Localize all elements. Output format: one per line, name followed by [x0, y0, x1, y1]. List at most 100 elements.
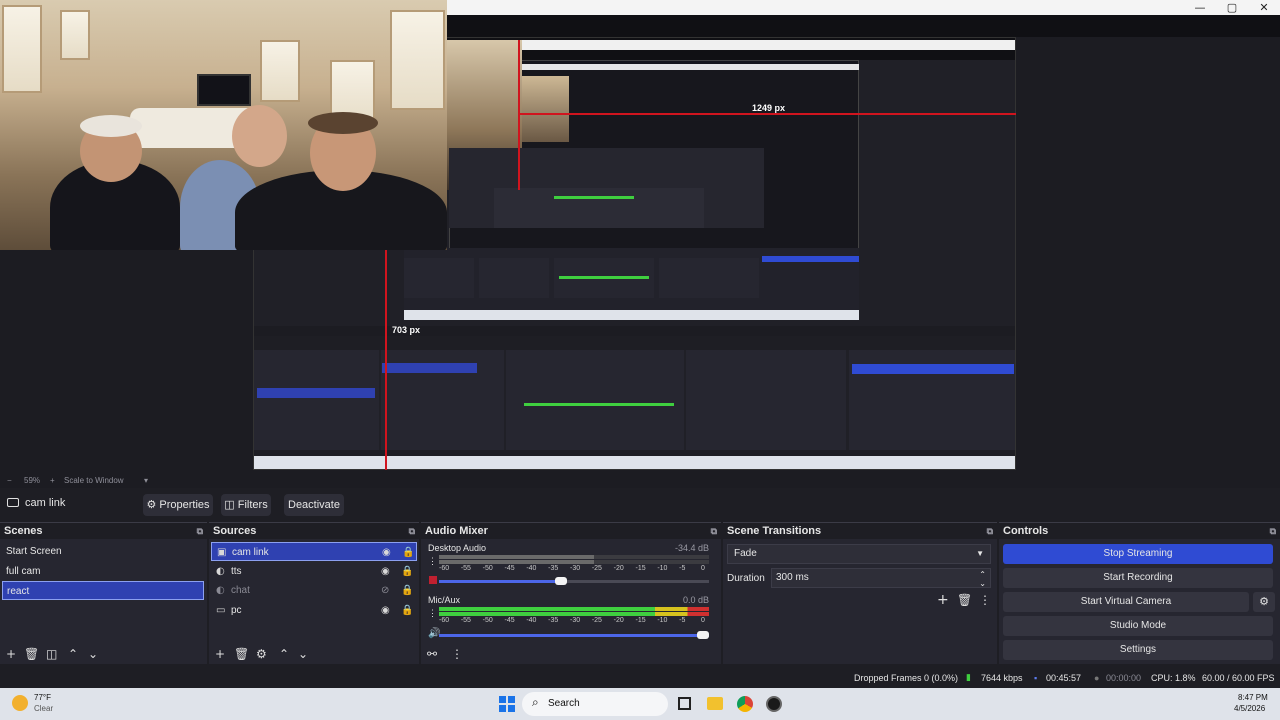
chevron-down-icon[interactable]: ⌄: [298, 647, 308, 661]
meter-tick-label: -10: [657, 565, 668, 572]
chevron-down-icon[interactable]: ⌄: [88, 647, 98, 661]
add-icon[interactable]: +: [6, 647, 16, 661]
lock-icon[interactable]: 🔒: [401, 581, 413, 600]
lock-icon[interactable]: 🔒: [402, 543, 414, 562]
chevron-up-icon[interactable]: ⌃: [68, 647, 78, 661]
deactivate-button[interactable]: Deactivate: [284, 494, 344, 516]
more-icon[interactable]: ⋮: [428, 556, 437, 567]
link-icon[interactable]: ⚯: [427, 647, 437, 661]
properties-button[interactable]: ⚙ Properties: [143, 494, 213, 516]
windows-taskbar: 77°F Clear ⌕ Search 8:47 PM 4/5/2026: [0, 688, 1280, 720]
webcam-feed: [0, 0, 447, 250]
volume-slider-mic-aux[interactable]: [439, 631, 709, 639]
task-view-icon[interactable]: [678, 697, 691, 710]
chevron-down-icon[interactable]: ⌄: [979, 575, 986, 593]
source-item-tts[interactable]: ◐ tts ◉ 🔒: [211, 562, 417, 581]
studio-mode-button[interactable]: Studio Mode: [1003, 616, 1273, 636]
scenes-title: Scenes ⧉: [0, 523, 207, 539]
meter-tick-label: -40: [526, 565, 537, 572]
add-icon[interactable]: +: [937, 593, 949, 607]
source-item-chat[interactable]: ◐ chat ⊘ 🔒: [211, 581, 417, 600]
meter-tick-label: -15: [635, 617, 646, 624]
weather-icon[interactable]: [12, 695, 28, 711]
obs-icon[interactable]: [766, 696, 782, 712]
zoom-out-button[interactable]: −: [7, 474, 12, 488]
close-button[interactable]: ✕: [1248, 0, 1280, 15]
gear-icon[interactable]: ⚙: [1253, 592, 1275, 612]
clock-time: 8:47 PM: [1238, 693, 1268, 702]
trash-icon[interactable]: 🗑: [24, 647, 39, 661]
meter-tick-label: -30: [570, 617, 581, 624]
zoom-in-button[interactable]: +: [50, 474, 55, 488]
meter-tick-label: -35: [548, 565, 559, 572]
selected-source-name: cam link: [25, 497, 66, 509]
measure-width-label: 1249 px: [752, 103, 786, 113]
meter-tick-label: -40: [526, 617, 537, 624]
add-icon[interactable]: +: [215, 647, 225, 661]
scenes-footer: + 🗑 ◫ ⌃ ⌄: [0, 644, 207, 664]
minimize-button[interactable]: —: [1184, 0, 1216, 15]
volume-slider-desktop-audio[interactable]: [439, 577, 709, 585]
fps-readout: 60.00 / 60.00 FPS: [1202, 673, 1275, 683]
signal-icon: ▮: [966, 673, 971, 683]
filter-icon[interactable]: ◫: [46, 647, 57, 661]
weather-temp: 77°F: [34, 693, 51, 702]
undock-icon[interactable]: ⧉: [197, 523, 203, 539]
chevron-down-icon[interactable]: ▾: [144, 474, 148, 488]
start-recording-button[interactable]: Start Recording: [1003, 568, 1273, 588]
windows-start-icon[interactable]: [499, 696, 515, 712]
scale-mode-select[interactable]: Scale to Window: [64, 474, 124, 488]
chevron-up-icon[interactable]: ⌃: [279, 647, 289, 661]
meter-tick-label: -25: [591, 617, 602, 624]
more-icon[interactable]: ⋮: [451, 647, 463, 661]
lock-icon[interactable]: 🔒: [401, 562, 413, 581]
maximize-button[interactable]: ▢: [1216, 0, 1248, 15]
undock-icon[interactable]: ⧉: [711, 523, 717, 539]
bitrate: 7644 kbps: [981, 673, 1023, 683]
undock-icon[interactable]: ⧉: [987, 523, 993, 539]
record-time: 00:00:00: [1106, 673, 1142, 683]
stop-streaming-button[interactable]: Stop Streaming: [1003, 544, 1273, 564]
preview-canvas[interactable]: — ▢ ✕ 1249 px 703 px: [0, 0, 1280, 474]
chrome-icon[interactable]: [737, 696, 753, 712]
measure-line-vertical: [385, 250, 387, 470]
filters-button[interactable]: ◫ Filters: [221, 494, 271, 516]
scene-item-start-screen[interactable]: Start Screen: [2, 542, 204, 561]
start-virtual-camera-button[interactable]: Start Virtual Camera: [1003, 592, 1249, 612]
transition-select[interactable]: Fade ▼: [727, 544, 991, 564]
scene-item-react[interactable]: react: [2, 581, 204, 600]
eye-icon[interactable]: ◉: [381, 601, 390, 620]
eye-icon[interactable]: ◉: [381, 562, 390, 581]
trash-icon[interactable]: 🗑: [234, 647, 249, 661]
duration-spinbox[interactable]: 300 ms ⌃ ⌄: [771, 568, 991, 588]
scene-item-full-cam[interactable]: full cam: [2, 562, 204, 581]
trash-icon[interactable]: 🗑: [957, 593, 972, 607]
audio-mixer-dock: Audio Mixer ⧉ Desktop Audio -34.4 dB ⋮ -6…: [421, 522, 721, 664]
audio-mixer-title: Audio Mixer ⧉: [421, 523, 721, 539]
duration-label: Duration: [727, 573, 765, 584]
settings-button[interactable]: Settings: [1003, 640, 1273, 660]
display-icon: ▭: [216, 605, 226, 616]
lock-icon[interactable]: 🔒: [401, 601, 413, 620]
source-item-cam-link[interactable]: ▣ cam link ◉ 🔒: [211, 542, 417, 561]
undock-icon[interactable]: ⧉: [1270, 523, 1276, 539]
eye-icon[interactable]: ◉: [382, 543, 391, 562]
meter-tick-label: -60: [439, 565, 450, 572]
meter-tick-label: -20: [613, 565, 624, 572]
more-icon[interactable]: ⋮: [979, 593, 991, 607]
muted-speaker-icon[interactable]: [429, 576, 437, 584]
stream-icon: ▪: [1034, 673, 1038, 683]
clock-date: 4/5/2026: [1234, 704, 1266, 713]
eye-hidden-icon[interactable]: ⊘: [381, 581, 389, 600]
sources-title: Sources ⧉: [209, 523, 419, 539]
meter-tick-label: -5: [679, 565, 686, 572]
source-item-pc[interactable]: ▭ pc ◉ 🔒: [211, 601, 417, 620]
controls-title: Controls ⧉: [999, 523, 1280, 539]
folder-icon[interactable]: [707, 697, 723, 710]
taskbar-search[interactable]: ⌕ Search: [522, 692, 668, 716]
mixer-channel-mic-aux: Mic/Aux 0.0 dB ⋮ -60 -55 -50 -45 -40 -35 -30 -2…: [428, 595, 709, 639]
record-icon: ●: [1094, 673, 1100, 683]
gear-icon[interactable]: ⚙: [256, 647, 267, 661]
undock-icon[interactable]: ⧉: [409, 523, 415, 539]
more-icon[interactable]: ⋮: [428, 608, 437, 619]
